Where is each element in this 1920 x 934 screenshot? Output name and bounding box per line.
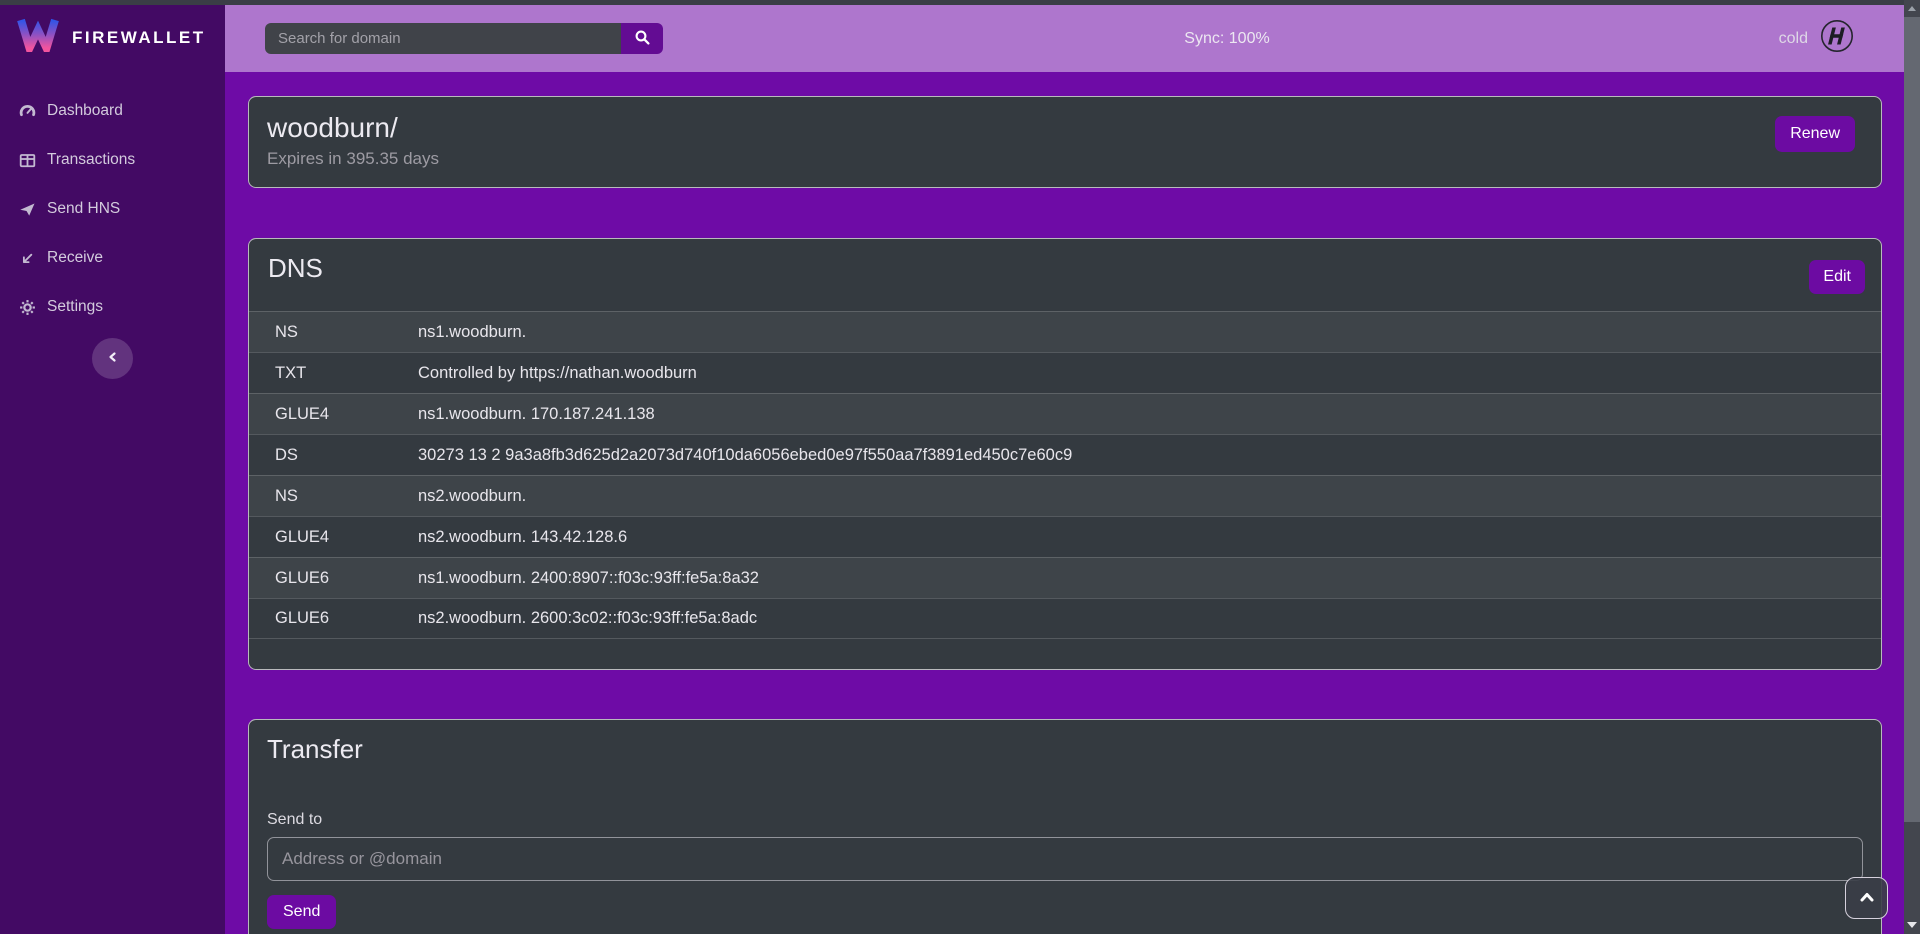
sidebar-nav: Dashboard Transactions Send HNS [0,67,225,379]
dns-record-row: DS 30273 13 2 9a3a8fb3d625d2a2073d740f10… [249,434,1881,475]
scrollbar-up-arrow-icon[interactable] [1904,0,1920,17]
search-icon [634,29,651,49]
transfer-title: Transfer [267,734,1863,765]
sidebar-item-send-hns[interactable]: Send HNS [14,191,211,227]
dns-record-type: GLUE6 [275,569,418,588]
sidebar-item-label: Receive [47,249,103,267]
receive-arrow-icon [19,250,36,267]
renew-button[interactable]: Renew [1775,116,1855,152]
dns-record-row: NS ns1.woodburn. [249,311,1881,352]
handshake-icon [1820,19,1854,58]
dns-record-value: ns1.woodburn. 2400:8907::f03c:93ff:fe5a:… [418,569,1855,588]
dns-record-value: ns2.woodburn. 2600:3c02::f03c:93ff:fe5a:… [418,609,1855,628]
sidebar-item-receive[interactable]: Receive [14,240,211,276]
domain-search [265,23,663,54]
brand-title: FIREWALLET [72,28,206,48]
scrollbar-down-arrow-icon[interactable] [1904,918,1920,932]
dns-record-type: NS [275,487,418,506]
dns-record-row: GLUE4 ns1.woodburn. 170.187.241.138 [249,393,1881,434]
wallet-name: cold [1779,30,1808,48]
search-button[interactable] [621,23,663,54]
dns-record-row: TXT Controlled by https://nathan.woodbur… [249,352,1881,393]
sidebar-item-label: Settings [47,298,103,316]
settings-gear-icon [19,299,36,316]
page-scrollbar[interactable] [1904,0,1920,934]
firewallet-w-logo-icon [16,18,60,57]
dns-record-row: GLUE4 ns2.woodburn. 143.42.128.6 [249,516,1881,557]
domain-expiry: Expires in 395.35 days [267,149,1863,169]
dns-record-value: 30273 13 2 9a3a8fb3d625d2a2073d740f10da6… [418,446,1855,465]
dns-record-type: DS [275,446,418,465]
transfer-card: Transfer Send to Send [248,719,1882,934]
sidebar-item-label: Send HNS [47,200,120,218]
chevron-up-icon [1858,890,1876,907]
send-to-label: Send to [267,811,1863,829]
sidebar-item-settings[interactable]: Settings [14,289,211,325]
dns-record-type: GLUE4 [275,528,418,547]
transfer-address-input[interactable] [267,837,1863,881]
domain-title: woodburn/ [267,111,1863,145]
send-transfer-button[interactable]: Send [267,895,336,929]
sidebar-item-transactions[interactable]: Transactions [14,142,211,178]
wallet-indicator[interactable]: cold [1779,19,1904,58]
dns-card: DNS Edit NS ns1.woodburn. TXT Controlled… [248,238,1882,670]
dns-record-type: GLUE6 [275,609,418,628]
search-input[interactable] [265,23,621,54]
dns-record-type: NS [275,323,418,342]
transactions-table-icon [19,152,36,169]
chevron-left-icon [105,349,121,368]
dns-record-row: GLUE6 ns1.woodburn. 2400:8907::f03c:93ff… [249,557,1881,598]
dns-record-type: GLUE4 [275,405,418,424]
sidebar-item-label: Dashboard [47,102,123,120]
dns-record-type: TXT [275,364,418,383]
send-icon [19,201,36,218]
dns-record-value: ns1.woodburn. 170.187.241.138 [418,405,1855,424]
domain-card: woodburn/ Expires in 395.35 days Renew [248,96,1882,188]
dashboard-gauge-icon [19,103,36,120]
dns-records-table: NS ns1.woodburn. TXT Controlled by https… [249,311,1881,639]
scroll-to-top-button[interactable] [1845,877,1888,919]
dns-record-value: ns2.woodburn. 143.42.128.6 [418,528,1855,547]
brand[interactable]: FIREWALLET [0,5,225,67]
sidebar-collapse-button[interactable] [92,338,133,379]
sidebar-item-label: Transactions [47,151,135,169]
sync-status: Sync: 100% [1184,30,1269,48]
top-border [0,0,1920,5]
dns-record-row: GLUE6 ns2.woodburn. 2600:3c02::f03c:93ff… [249,598,1881,639]
top-header: Sync: 100% cold [225,5,1904,72]
dns-record-value: ns2.woodburn. [418,487,1855,506]
edit-dns-button[interactable]: Edit [1809,260,1865,294]
main-content: woodburn/ Expires in 395.35 days Renew D… [225,72,1904,934]
dns-record-value: Controlled by https://nathan.woodburn [418,364,1855,383]
dns-record-value: ns1.woodburn. [418,323,1855,342]
dns-record-row: NS ns2.woodburn. [249,475,1881,516]
scrollbar-thumb[interactable] [1904,17,1920,822]
dns-title: DNS [268,253,1862,284]
sidebar: FIREWALLET Dashboard Transactions [0,5,225,934]
sidebar-item-dashboard[interactable]: Dashboard [14,93,211,129]
